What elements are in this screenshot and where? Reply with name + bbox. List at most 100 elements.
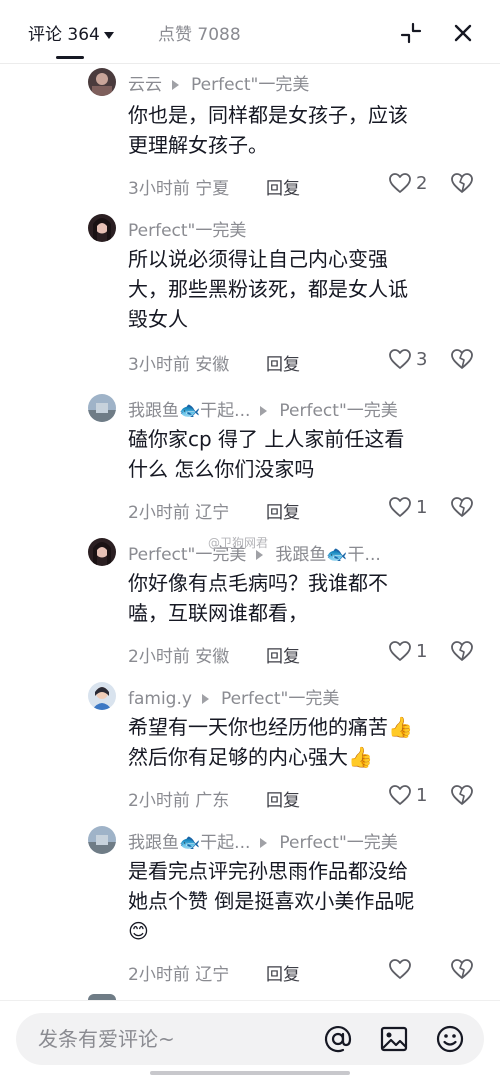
comment-text: 是看完点评完孙思雨作品都没给 她点个赞 倒是挺喜欢小美作品呢 😊	[128, 856, 473, 946]
avatar[interactable]	[88, 538, 116, 566]
home-indicator	[150, 1071, 350, 1075]
dislike-button[interactable]	[450, 172, 474, 199]
comment-text: 希望有一天你也经历他的痛苦👍 然后你有足够的内心强大👍	[128, 712, 473, 772]
like-button[interactable]: 3	[388, 348, 427, 370]
comment-time-location: 3小时前 安徽	[128, 355, 230, 375]
reply-to-user[interactable]: Perfect"一完美	[221, 689, 339, 709]
broken-heart-icon	[451, 349, 473, 369]
comment-text-line: 大，那些黑粉该死，都是女人诋	[128, 277, 408, 301]
comment-author-line: famig.y Perfect"一完美	[128, 684, 339, 709]
tab-comments[interactable]: 评论 364	[28, 20, 114, 45]
comment-text-line: 😊	[128, 919, 149, 943]
comment-text-line: 毁女人	[128, 307, 188, 331]
emoji-icon[interactable]	[434, 1023, 466, 1055]
heart-icon	[389, 173, 411, 193]
reply-arrow-icon	[172, 80, 179, 90]
comment-author-name: 我跟鱼	[128, 833, 179, 853]
like-count: 2	[416, 172, 428, 194]
at-icon[interactable]	[322, 1023, 354, 1055]
comment-author[interactable]: Perfect"一完美	[128, 221, 246, 241]
like-count: 1	[416, 784, 428, 806]
comment-text-line: 是看完点评完孙思雨作品都没给	[128, 859, 408, 883]
reply-arrow-icon	[260, 838, 268, 848]
tab-active-underline	[56, 56, 84, 59]
comment-time-location: 2小时前 广东	[128, 791, 230, 811]
comment-text-line: 她点个赞 倒是挺喜欢小美作品呢	[128, 889, 415, 913]
collapse-arrows-icon[interactable]	[396, 18, 426, 48]
heart-icon	[389, 349, 411, 369]
heart-icon	[389, 641, 411, 661]
comment-footer: 2小时前 广东 回复 1	[128, 784, 478, 811]
comment-footer: 3小时前 宁夏 回复 2	[128, 172, 478, 199]
comment-text-line: 什么 怎么你们没家吗	[128, 457, 315, 481]
comment-text-line: 然后你有足够的内心强大👍	[128, 745, 373, 769]
like-button[interactable]: 1	[388, 496, 427, 518]
avatar[interactable]	[88, 394, 116, 422]
comment-author[interactable]: famig.y	[128, 689, 192, 709]
comment-time-location: 2小时前 安徽	[128, 647, 230, 667]
like-button[interactable]	[388, 958, 416, 980]
like-count: 3	[416, 348, 428, 370]
reply-button[interactable]: 回复	[266, 642, 300, 667]
comment-text: 你好像有点毛病吗？我谁都不 嗑，互联网谁都看，	[128, 568, 473, 628]
heart-icon	[389, 497, 411, 517]
dislike-button[interactable]	[450, 958, 474, 985]
dislike-button[interactable]	[450, 496, 474, 523]
comment-author[interactable]: 我跟鱼🐟干起...	[128, 401, 250, 421]
reply-to-suffix: 干...	[347, 545, 381, 565]
comment-text-line: 更理解女孩子。	[128, 133, 268, 157]
reply-to-user[interactable]: 我跟鱼🐟干...	[275, 545, 380, 565]
comment-author-name: 我跟鱼	[128, 401, 179, 421]
comment-author-line: Perfect"一完美	[128, 216, 246, 241]
reply-to-user[interactable]: Perfect"一完美	[279, 833, 397, 853]
broken-heart-icon	[451, 785, 473, 805]
comment-author-line: 云云 Perfect"一完美	[128, 70, 309, 95]
reply-to-name: 我跟鱼	[275, 545, 327, 565]
avatar[interactable]	[88, 214, 116, 242]
comment-text: 所以说必须得让自己内心变强 大，那些黑粉该死，都是女人诋 毁女人	[128, 244, 473, 334]
broken-heart-icon	[451, 173, 473, 193]
like-count: 1	[416, 640, 428, 662]
fish-emoji: 🐟	[179, 401, 201, 421]
reply-button[interactable]: 回复	[266, 498, 300, 523]
comment-footer: 2小时前 辽宁 回复 1	[128, 496, 478, 523]
like-button[interactable]: 1	[388, 784, 427, 806]
caret-down-icon	[103, 31, 114, 39]
watermark: @卫狗网君	[208, 536, 269, 550]
like-button[interactable]: 2	[388, 172, 427, 194]
dislike-button[interactable]	[450, 348, 474, 375]
comment-text-line: 你好像有点毛病吗？我谁都不	[128, 571, 388, 595]
dislike-button[interactable]	[450, 784, 474, 811]
broken-heart-icon	[451, 497, 473, 517]
comments-header: 评论 364 点赞 7088	[0, 0, 500, 64]
fish-emoji: 🐟	[179, 833, 201, 853]
comment-time-location: 2小时前 辽宁	[128, 965, 230, 985]
close-icon[interactable]	[448, 18, 478, 48]
dislike-button[interactable]	[450, 640, 474, 667]
comment-text-line: 希望有一天你也经历他的痛苦👍	[128, 715, 413, 739]
reply-button[interactable]: 回复	[266, 350, 300, 375]
avatar[interactable]	[88, 68, 116, 96]
comment-text: 你也是，同样都是女孩子，应该 更理解女孩子。	[128, 100, 473, 160]
comment-list[interactable]: 云云 Perfect"一完美 你也是，同样都是女孩子，应该 更理解女孩子。 3小时…	[0, 64, 500, 1000]
comment-author[interactable]: 我跟鱼🐟干起...	[128, 833, 250, 853]
tab-comments-label: 评论 364	[28, 25, 100, 45]
reply-to-user[interactable]: Perfect"一完美	[279, 401, 397, 421]
comment-author-suffix: 干起...	[200, 401, 251, 421]
avatar[interactable]	[88, 682, 116, 710]
comment-author[interactable]: 云云	[128, 75, 162, 95]
comment-footer: 2小时前 辽宁 回复	[128, 958, 478, 985]
like-count: 1	[416, 496, 428, 518]
reply-button[interactable]: 回复	[266, 960, 300, 985]
comment-input-box[interactable]	[16, 1013, 484, 1065]
reply-button[interactable]: 回复	[266, 786, 300, 811]
avatar[interactable]	[88, 826, 116, 854]
tab-likes[interactable]: 点赞 7088	[158, 20, 241, 45]
comment-input[interactable]	[38, 1026, 308, 1052]
image-icon[interactable]	[378, 1023, 410, 1055]
reply-arrow-icon	[260, 406, 268, 416]
reply-button[interactable]: 回复	[266, 174, 300, 199]
reply-to-user[interactable]: Perfect"一完美	[191, 75, 309, 95]
comment-text-line: 嗑，互联网谁都看，	[128, 601, 308, 625]
like-button[interactable]: 1	[388, 640, 427, 662]
